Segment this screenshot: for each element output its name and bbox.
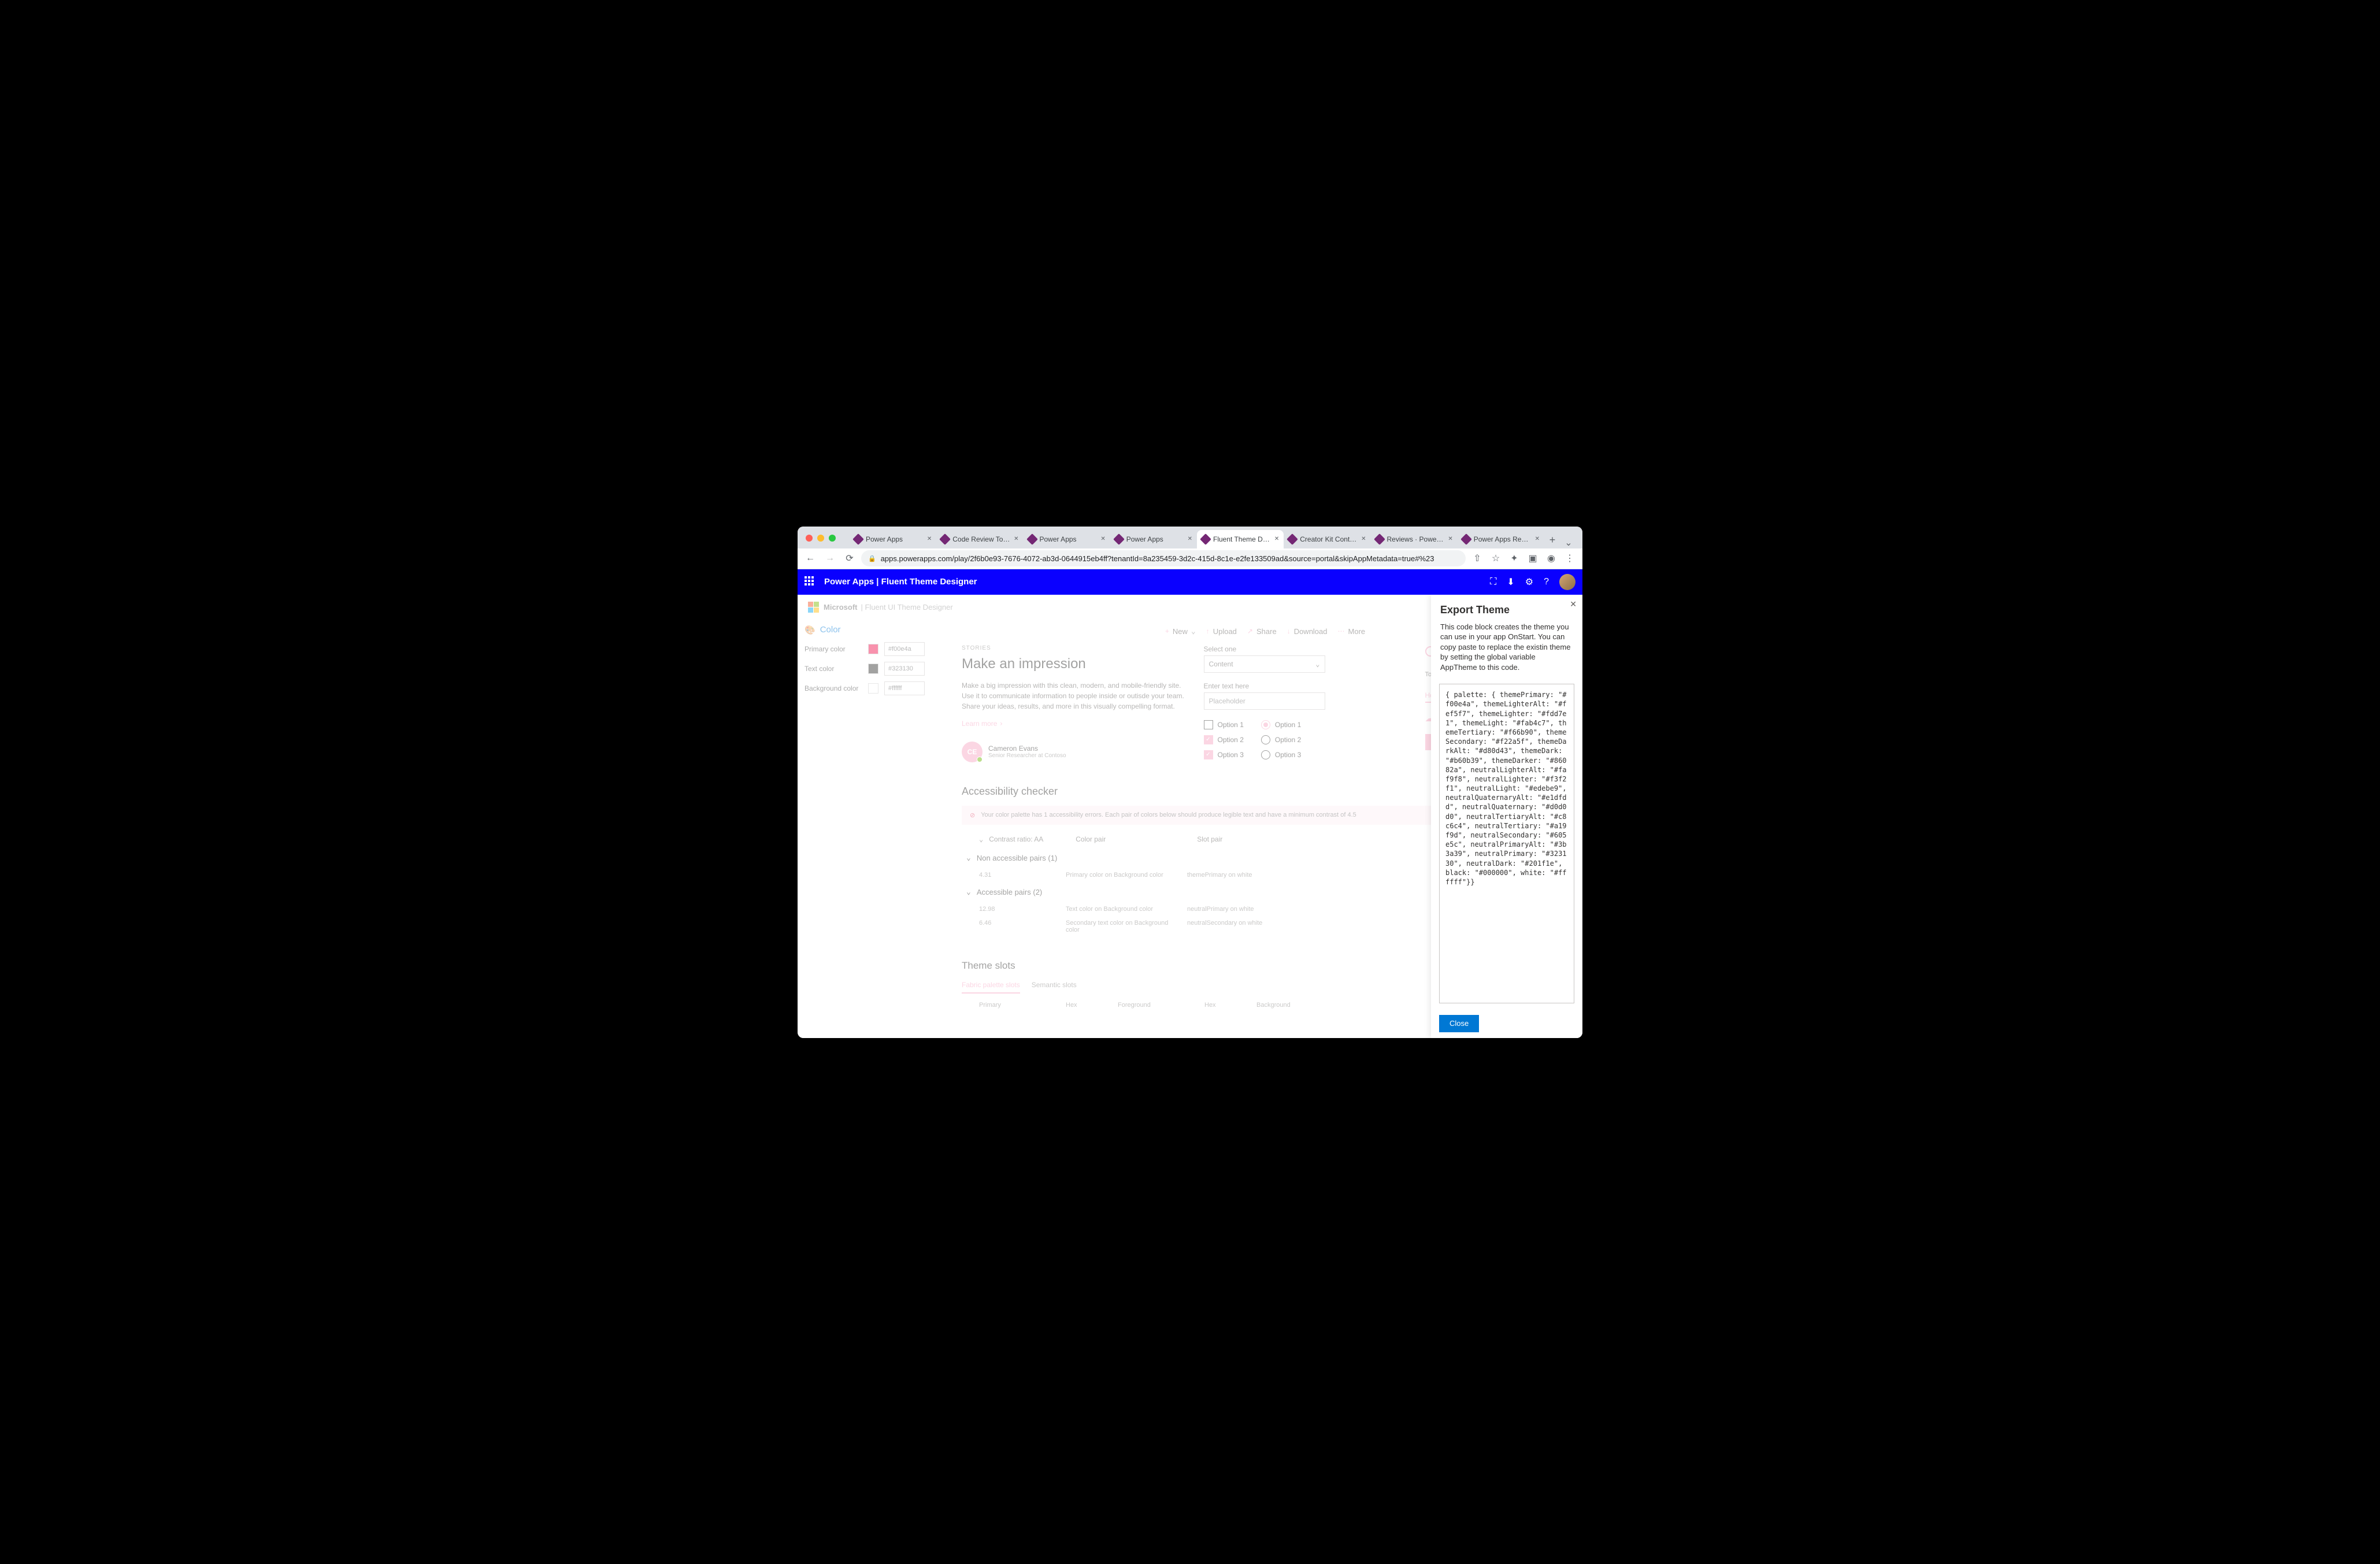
text-input-label: Enter text here (1204, 682, 1409, 690)
browser-tab[interactable]: Power Apps✕ (1110, 530, 1197, 548)
color-input[interactable] (884, 642, 925, 656)
color-label: Background color (805, 684, 862, 692)
browser-tab[interactable]: Power Apps✕ (850, 530, 936, 548)
forward-button[interactable]: → (822, 550, 838, 566)
address-bar[interactable]: 🔒 apps.powerapps.com/play/2f6b0e93-7676-… (861, 550, 1466, 566)
radio-option[interactable]: Option 2 (1261, 735, 1301, 744)
close-tab-icon[interactable]: ✕ (1535, 536, 1540, 542)
back-button[interactable]: ← (802, 550, 818, 566)
command-download[interactable]: ↓Download (1287, 627, 1328, 636)
menu-icon[interactable]: ⋮ (1562, 550, 1578, 566)
color-section-header: 🎨 Color (805, 625, 941, 635)
radio-option[interactable]: Option 3 (1261, 750, 1301, 759)
panel-description: This code block creates the theme you ca… (1440, 622, 1573, 673)
color-label: Text color (805, 665, 862, 673)
tab-overflow-icon[interactable]: ⌄ (1560, 537, 1577, 548)
persona-role: Senior Researcher at Contoso (988, 753, 1066, 759)
browser-tab[interactable]: Code Review Tool Experim✕ (936, 530, 1023, 548)
error-icon: ⊘ (970, 811, 975, 819)
learn-more-link[interactable]: Learn more › (962, 720, 1188, 728)
powerapps-header: Power Apps | Fluent Theme Designer ⛶ ⬇ ⚙… (798, 569, 1582, 595)
extensions-icon[interactable]: ✦ (1506, 550, 1522, 566)
browser-toolbar: ← → ⟳ 🔒 apps.powerapps.com/play/2f6b0e93… (798, 548, 1582, 569)
close-tab-icon[interactable]: ✕ (1361, 536, 1366, 542)
browser-tab[interactable]: Fluent Theme Designer - P✕ (1197, 530, 1284, 548)
chevron-down-icon[interactable]: ⌄ (979, 835, 983, 843)
close-tab-icon[interactable]: ✕ (1448, 536, 1452, 542)
color-label: Primary color (805, 645, 862, 653)
help-icon[interactable]: ? (1544, 577, 1549, 587)
browser-tab[interactable]: Power Apps✕ (1024, 530, 1110, 548)
lock-icon: 🔒 (868, 555, 876, 562)
app-title: Power Apps | Fluent Theme Designer (824, 577, 977, 587)
stories-caption: STORIES (962, 645, 1188, 651)
close-tab-icon[interactable]: ✕ (1188, 536, 1192, 542)
persona-avatar: CE (962, 742, 983, 762)
close-tab-icon[interactable]: ✕ (927, 536, 932, 542)
reload-button[interactable]: ⟳ (841, 550, 858, 566)
checkbox-option[interactable]: ✓Option 2 (1204, 735, 1244, 744)
browser-tab[interactable]: Reviews · Power Apps✕ (1371, 530, 1458, 548)
dropdown-label: Select one (1204, 645, 1409, 653)
close-tab-icon[interactable]: ✕ (1014, 536, 1018, 542)
command-more[interactable]: ⋯More (1338, 627, 1366, 636)
color-swatch[interactable] (868, 664, 878, 674)
persona: CE Cameron Evans Senior Researcher at Co… (962, 742, 1188, 762)
mac-window-controls[interactable] (806, 535, 836, 542)
hero-paragraph: Make a big impression with this clean, m… (962, 680, 1188, 711)
app-launcher-icon[interactable] (805, 576, 816, 588)
command-share[interactable]: ↗Share (1247, 627, 1277, 636)
slot-tab[interactable]: Fabric palette slots (962, 981, 1020, 994)
new-tab-button[interactable]: + (1544, 532, 1560, 548)
close-icon[interactable]: ✕ (1570, 599, 1577, 609)
browser-tab-strip: Power Apps✕Code Review Tool Experim✕Powe… (798, 527, 1582, 548)
close-button[interactable]: Close (1439, 1015, 1479, 1032)
radio-option[interactable]: Option 1 (1261, 720, 1301, 729)
url-text: apps.powerapps.com/play/2f6b0e93-7676-40… (881, 554, 1434, 563)
chevron-down-icon: ⌄ (1315, 660, 1319, 668)
export-theme-panel: Export Theme ✕ This code block creates t… (1431, 595, 1582, 1038)
close-tab-icon[interactable]: ✕ (1274, 536, 1279, 542)
profile-icon[interactable]: ◉ (1543, 550, 1559, 566)
microsoft-logo-icon (808, 602, 819, 613)
browser-tab[interactable]: Creator Kit Control Referen✕ (1284, 530, 1370, 548)
fit-icon[interactable]: ⛶ (1490, 577, 1496, 587)
sub-title: | Fluent UI Theme Designer (861, 603, 953, 611)
palette-icon: 🎨 (805, 625, 815, 635)
content-dropdown[interactable]: Content ⌄ (1204, 655, 1325, 673)
command-new[interactable]: +New⌄ (1165, 627, 1196, 636)
presence-icon (977, 757, 983, 762)
checkbox-option[interactable]: ✓Option 3 (1204, 750, 1244, 759)
hero-heading: Make an impression (962, 656, 1188, 672)
checkbox-option[interactable]: Option 1 (1204, 720, 1244, 729)
account-icon[interactable]: ▣ (1525, 550, 1541, 566)
text-input[interactable] (1204, 692, 1325, 710)
close-tab-icon[interactable]: ✕ (1100, 536, 1105, 542)
slot-tab[interactable]: Semantic slots (1032, 981, 1077, 994)
brand-text: Microsoft (824, 603, 858, 611)
theme-code-block[interactable]: { palette: { themePrimary: "#f00e4a", th… (1439, 684, 1574, 1003)
color-input[interactable] (884, 681, 925, 695)
user-avatar[interactable] (1559, 574, 1575, 590)
settings-icon[interactable]: ⚙ (1525, 576, 1533, 588)
download-icon[interactable]: ⬇ (1507, 576, 1514, 588)
browser-tab[interactable]: Power Apps Review Tool -✕ (1458, 530, 1544, 548)
color-swatch[interactable] (868, 683, 878, 694)
command-upload[interactable]: ↑Upload (1206, 627, 1237, 636)
color-input[interactable] (884, 662, 925, 676)
share-icon[interactable]: ⇧ (1469, 550, 1485, 566)
persona-name: Cameron Evans (988, 744, 1066, 753)
color-panel: 🎨 Color Primary color Text color Backgroun… (798, 620, 948, 1038)
bookmark-icon[interactable]: ☆ (1488, 550, 1504, 566)
color-swatch[interactable] (868, 644, 878, 654)
panel-title: Export Theme (1440, 604, 1573, 616)
